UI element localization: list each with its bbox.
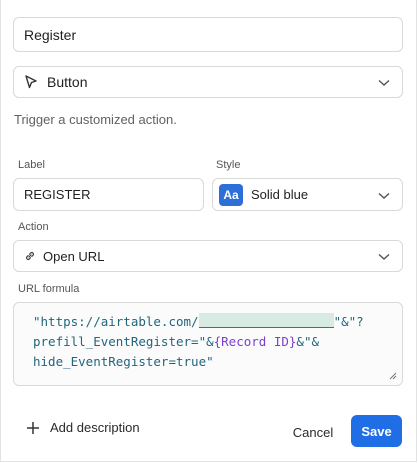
redacted-segment [198,313,334,328]
style-heading: Style [216,159,241,171]
resize-handle-icon[interactable] [389,372,397,380]
formula-line-1: "https://airtable.com/ "&"? [33,312,364,332]
action-heading: Action [18,221,49,233]
link-icon [23,249,37,263]
url-formula-editor[interactable]: "https://airtable.com/ "&"? prefill_Event… [13,302,403,386]
field-name-input[interactable]: Register [13,17,403,52]
field-type-value: Button [47,74,88,90]
action-select[interactable]: Open URL [13,240,403,272]
action-value: Open URL [43,248,105,264]
formula-line-3: hide_EventRegister=true" [33,354,214,369]
style-value: Solid blue [251,187,309,202]
cursor-arrow-icon [23,74,39,90]
button-label-input[interactable]: REGISTER [13,178,204,211]
field-type-select[interactable]: Button [13,66,403,98]
formula-line-2: prefill_EventRegister="&{Record ID}&"& [33,332,364,352]
url-formula-heading: URL formula [18,283,80,295]
chevron-down-icon [378,79,390,86]
button-label-value: REGISTER [24,187,91,202]
formula-field-ref: {Record ID} [213,334,297,349]
add-description-button[interactable]: Add description [26,420,140,435]
add-description-label: Add description [50,420,140,435]
plus-icon [27,421,39,434]
style-select[interactable]: Aa Solid blue [212,178,403,211]
label-heading: Label [18,159,45,171]
formula-prefill: prefill_EventRegister="& [33,334,214,349]
chevron-down-icon [378,253,390,260]
save-button[interactable]: Save [351,415,402,447]
field-type-description: Trigger a customized action. [14,112,177,127]
formula-concat: &"& [296,334,319,349]
cancel-button[interactable]: Cancel [286,417,340,447]
formula-url-end: "&"? [333,314,364,329]
formula-url-start: "https://airtable.com/ [33,314,199,329]
field-name-value: Register [24,26,77,43]
chevron-down-icon [378,192,390,199]
formula-code: "https://airtable.com/ "&"? prefill_Event… [33,312,364,372]
style-swatch-icon: Aa [219,183,243,206]
